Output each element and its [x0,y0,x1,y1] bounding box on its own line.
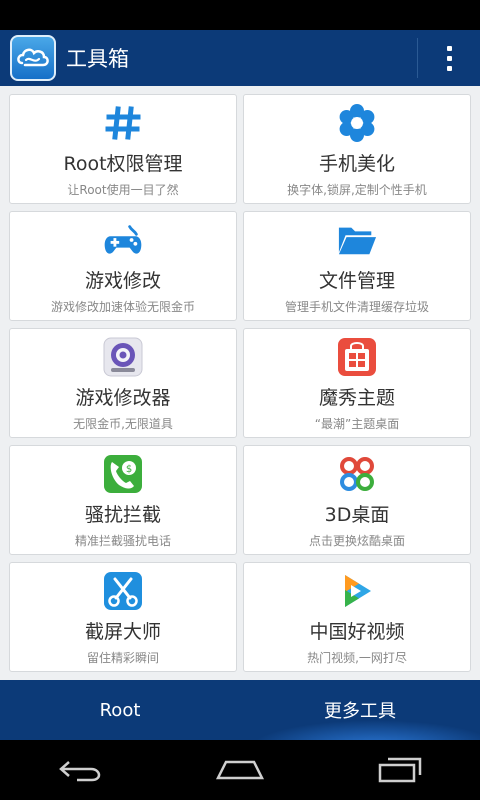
tool-title: 截屏大师 [84,621,161,643]
tool-tile-moxiu-theme[interactable]: 魔秀主题 “最潮”主题桌面 [243,328,471,438]
tool-tile-game-modify[interactable]: 游戏修改 游戏修改加速体验无限金币 [9,211,237,321]
tool-subtitle: “最潮”主题桌面 [314,417,400,431]
tool-subtitle: 热门视频,一网打尽 [307,651,407,665]
hash-icon [103,103,143,143]
tool-title: 3D桌面 [324,504,390,526]
game-modifier-app-icon [103,337,143,377]
tool-title: 文件管理 [318,270,395,292]
tool-title: 魔秀主题 [318,387,395,409]
tool-subtitle: 管理手机文件清理缓存垃圾 [284,300,429,314]
tool-subtitle: 精准拦截骚扰电话 [74,534,171,548]
tool-title: 骚扰拦截 [84,504,161,526]
tool-title: 中国好视频 [309,621,405,643]
tool-title: 手机美化 [318,153,395,175]
flower-icon [337,103,377,143]
tab-root[interactable]: Root [0,680,240,740]
tools-panel: Root权限管理 让Root使用一目了然 手机美化 换字体,锁屏,定制个性手机 [0,86,480,680]
tool-title: 游戏修改 [84,270,161,292]
tool-tile-screenshot[interactable]: 截屏大师 留住精彩瞬间 [9,562,237,672]
call-block-app-icon: $ [103,454,143,494]
svg-text:$: $ [126,464,132,475]
tool-tile-call-block[interactable]: $ 骚扰拦截 精准拦截骚扰电话 [9,445,237,555]
tool-title: 游戏修改器 [75,387,171,409]
tool-tile-game-modifier[interactable]: 游戏修改器 无限金币,无限道具 [9,328,237,438]
overflow-menu-icon[interactable] [418,30,480,86]
home-icon[interactable] [200,740,280,800]
tool-subtitle: 无限金币,无限道具 [73,417,173,431]
tool-subtitle: 游戏修改加速体验无限金币 [50,300,195,314]
video-app-icon [337,571,377,611]
tool-tile-beautify[interactable]: 手机美化 换字体,锁屏,定制个性手机 [243,94,471,204]
tools-grid: Root权限管理 让Root使用一目了然 手机美化 换字体,锁屏,定制个性手机 [9,94,471,672]
3d-desktop-app-icon [337,454,377,494]
tool-tile-file-manager[interactable]: 文件管理 管理手机文件清理缓存垃圾 [243,211,471,321]
tool-subtitle: 让Root使用一目了然 [67,183,179,197]
app-title: 工具箱 [66,47,129,71]
folder-icon [337,220,377,260]
gamepad-icon [103,220,143,260]
tool-subtitle: 点击更换炫酷桌面 [308,534,405,548]
moxiu-theme-app-icon [337,337,377,377]
tool-tile-3d-desktop[interactable]: 3D桌面 点击更换炫酷桌面 [243,445,471,555]
tool-subtitle: 换字体,锁屏,定制个性手机 [287,183,427,197]
bottom-tab-bar: Root 更多工具 [0,680,480,740]
back-icon[interactable] [40,740,120,800]
tool-tile-root[interactable]: Root权限管理 让Root使用一目了然 [9,94,237,204]
system-nav-bar [0,740,480,800]
app-logo-icon[interactable] [10,35,56,81]
action-bar: 工具箱 [0,30,480,86]
screenshot-app-icon [103,571,143,611]
recents-icon[interactable] [360,740,440,800]
status-bar [0,0,480,30]
tab-more-tools[interactable]: 更多工具 [240,680,480,740]
tool-title: Root权限管理 [63,153,183,175]
tool-tile-video[interactable]: 中国好视频 热门视频,一网打尽 [243,562,471,672]
tool-subtitle: 留住精彩瞬间 [86,651,159,665]
